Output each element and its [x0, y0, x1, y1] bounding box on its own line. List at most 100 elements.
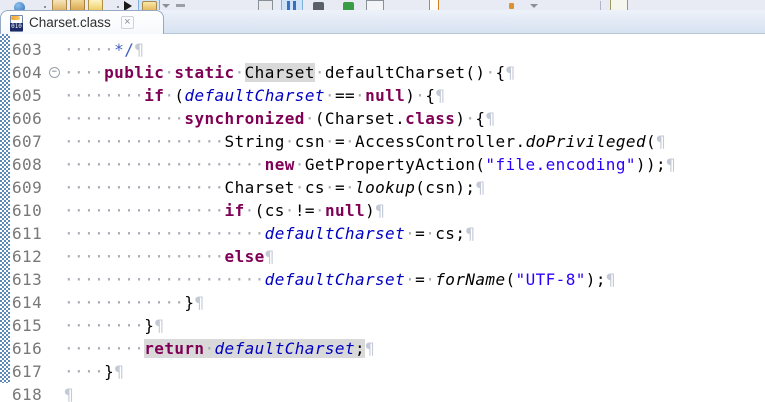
pilcrow-mark: ¶: [154, 316, 164, 335]
code-text[interactable]: ············synchronized·(Charset.class)…: [64, 107, 765, 130]
tab-close-icon[interactable]: ×: [121, 16, 134, 29]
line-number: 605: [10, 84, 48, 107]
step-filters-icon[interactable]: [366, 0, 384, 10]
code-line: 614 ············}¶: [10, 291, 765, 314]
code-line: 605 ········if·(defaultCharset·==·null)·{…: [10, 84, 765, 107]
fold-gutter: [48, 130, 64, 153]
search-dropdown-icon[interactable]: [530, 4, 538, 8]
code-text[interactable]: ····public·static·Charset·defaultCharset…: [64, 61, 765, 84]
code-text[interactable]: ················if·(cs·!=·null)¶: [64, 199, 765, 222]
code-text[interactable]: ········}¶: [64, 314, 765, 337]
stop-icon[interactable]: [313, 2, 324, 10]
code-text[interactable]: ····················new·GetPropertyActio…: [64, 153, 765, 176]
pause-icon[interactable]: [281, 0, 303, 10]
fold-gutter: [48, 38, 64, 61]
tab-title: Charset.class: [29, 15, 111, 30]
code-line: 604−····public·static·Charset·defaultCha…: [10, 61, 765, 84]
code-line: 609 ················Charset·cs·=·lookup(c…: [10, 176, 765, 199]
overflow-dot-icon: [44, 6, 46, 8]
line-number: 604: [10, 61, 48, 84]
print-icon[interactable]: [88, 0, 103, 10]
line-number: 612: [10, 245, 48, 268]
fold-gutter: −: [48, 61, 64, 84]
fold-gutter: [48, 199, 64, 222]
code-line: 603 ·····*/¶: [10, 38, 765, 61]
class-file-icon: 010: [8, 15, 24, 31]
code-text[interactable]: ········if·(defaultCharset·==·null)·{¶: [64, 84, 765, 107]
code-text[interactable]: ················Charset·cs·=·lookup(csn)…: [64, 176, 765, 199]
pilcrow-mark: ¶: [194, 293, 204, 312]
code-line: 613····················defaultCharset·=·…: [10, 268, 765, 291]
code-line: 612 ················else¶: [10, 245, 765, 268]
pilcrow-mark: ¶: [64, 385, 74, 402]
pilcrow-mark: ¶: [606, 270, 616, 289]
pilcrow-mark: ¶: [656, 132, 666, 151]
fold-gutter: [48, 176, 64, 199]
annotation-icon[interactable]: [509, 3, 514, 9]
code-line: 608 ····················new·GetPropertyAc…: [10, 153, 765, 176]
run-dropdown-icon[interactable]: [162, 4, 170, 8]
line-number: 603: [10, 38, 48, 61]
main-toolbar: [0, 0, 765, 10]
pilcrow-mark: ¶: [134, 40, 144, 59]
code-line: 618 ¶: [10, 383, 765, 402]
resume-icon[interactable]: [343, 2, 354, 10]
line-number: 617: [10, 360, 48, 383]
fold-gutter: [48, 84, 64, 107]
code-text[interactable]: ········return·defaultCharset;¶: [64, 337, 765, 360]
line-number: 609: [10, 176, 48, 199]
fold-gutter: [48, 360, 64, 383]
code-text[interactable]: ················else¶: [64, 245, 765, 268]
code-line: 616 ········return·defaultCharset;¶: [10, 337, 765, 360]
editor-tab-bar: 010 Charset.class ×: [0, 10, 765, 34]
code-line: 607 ················String·csn·=·AccessCo…: [10, 130, 765, 153]
toolbar-separator: [600, 1, 601, 10]
line-number: 611: [10, 222, 48, 245]
code-line: 611 ····················defaultCharset·=·…: [10, 222, 765, 245]
code-text[interactable]: ················String·csn·=·AccessContr…: [64, 130, 765, 153]
debug-icon[interactable]: [124, 1, 132, 10]
code-lines: 603·····*/¶604−····public·static·Charset…: [10, 38, 765, 402]
pilcrow-mark: ¶: [506, 63, 516, 82]
fold-collapse-icon[interactable]: −: [49, 67, 60, 78]
line-number: 610: [10, 199, 48, 222]
fold-gutter: [48, 268, 64, 291]
new-wizard-icon[interactable]: [52, 0, 67, 10]
run-icon[interactable]: [138, 0, 160, 10]
new-class-icon[interactable]: [429, 0, 439, 10]
open-perspective-icon[interactable]: [610, 0, 628, 10]
fold-gutter: [48, 383, 64, 402]
code-text[interactable]: ····················defaultCharset·=·cs;…: [64, 222, 765, 245]
overflow-dot2-icon: [117, 6, 119, 8]
line-number: 614: [10, 291, 48, 314]
code-text[interactable]: ¶: [64, 383, 765, 402]
fold-gutter: [48, 107, 64, 130]
fold-gutter: [48, 222, 64, 245]
code-line: 615········}¶: [10, 314, 765, 337]
line-number: 618: [10, 383, 48, 402]
pilcrow-mark: ¶: [114, 362, 124, 381]
pilcrow-mark: ¶: [475, 178, 485, 197]
fold-gutter: [48, 291, 64, 314]
tab-charset-class[interactable]: 010 Charset.class ×: [0, 10, 164, 34]
code-editor[interactable]: 603·····*/¶604−····public·static·Charset…: [0, 34, 765, 402]
code-line: 606 ············synchronized·(Charset.cla…: [10, 107, 765, 130]
code-text[interactable]: ············}¶: [64, 291, 765, 314]
pilcrow-mark: ¶: [465, 224, 475, 243]
code-line: 617 ····}¶: [10, 360, 765, 383]
pilcrow-mark: ¶: [365, 339, 375, 358]
save-icon[interactable]: [70, 0, 85, 10]
pilcrow-mark: ¶: [375, 201, 385, 220]
code-line: 610 ················if·(cs·!=·null)¶: [10, 199, 765, 222]
line-number: 616: [10, 337, 48, 360]
fold-gutter: [48, 153, 64, 176]
external-tools-icon[interactable]: [176, 4, 185, 7]
line-number: 606: [10, 107, 48, 130]
code-text[interactable]: ····················defaultCharset·=·for…: [64, 268, 765, 291]
line-number: 608: [10, 153, 48, 176]
code-text[interactable]: ····}¶: [64, 360, 765, 383]
coverage-icon[interactable]: [258, 0, 273, 10]
line-number: 607: [10, 130, 48, 153]
web-browser-icon[interactable]: [14, 2, 25, 10]
code-text[interactable]: ·····*/¶: [64, 38, 765, 61]
